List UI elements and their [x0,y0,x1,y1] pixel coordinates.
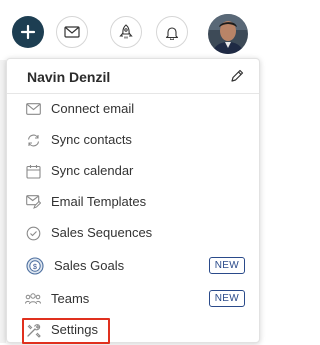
email-template-icon [25,194,41,210]
new-badge: NEW [208,257,245,274]
user-photo-icon [208,14,248,54]
mail-icon [64,26,80,38]
sequence-icon [25,225,41,241]
menu-item-sales-goals[interactable]: $ Sales Goals NEW [7,251,259,281]
menu-item-sync-contacts[interactable]: Sync contacts [7,125,259,155]
goal-icon: $ [26,257,44,275]
calendar-icon [25,163,41,179]
menu-item-label: Connect email [51,101,135,116]
avatar[interactable] [208,14,248,54]
pencil-edit-icon[interactable] [229,68,245,84]
notifications-button[interactable] [156,16,188,48]
menu-item-label: Sales Goals [54,258,125,273]
plus-icon [20,24,36,40]
menu-item-label: Sync calendar [51,163,134,178]
add-button[interactable] [12,16,44,48]
rocket-icon [119,24,133,39]
dropdown-header: Navin Denzil [7,59,259,94]
teams-icon [25,291,41,307]
menu-item-label: Sync contacts [51,132,132,147]
menu-item-label: Email Templates [51,194,147,209]
top-toolbar [0,0,267,62]
new-badge: NEW [208,290,245,307]
rocket-button[interactable] [110,16,142,48]
mail-button[interactable] [56,16,88,48]
menu-item-sales-sequences[interactable]: Sales Sequences [7,218,259,248]
svg-text:$: $ [33,264,37,271]
menu-item-label: Sales Sequences [51,225,153,240]
mail-icon [25,101,41,117]
bell-icon [165,26,179,40]
sync-icon [25,132,41,148]
user-name: Navin Denzil [27,69,111,85]
menu-item-sync-calendar[interactable]: Sync calendar [7,156,259,186]
menu-item-email-templates[interactable]: Email Templates [7,187,259,217]
menu-item-connect-email[interactable]: Connect email [7,94,259,124]
menu-item-label: Teams [51,291,90,306]
profile-dropdown-menu: Navin Denzil Connect email Sync contacts [6,58,260,344]
settings-highlight-annotation [22,318,110,344]
menu-item-teams[interactable]: Teams NEW [7,284,259,314]
